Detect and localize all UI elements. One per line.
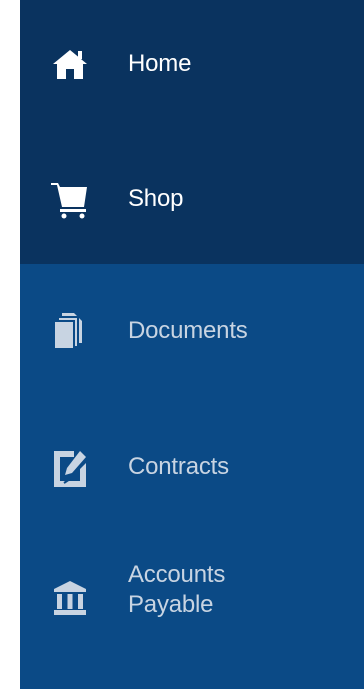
sidebar-item-label: Contracts: [128, 453, 229, 480]
sidebar-item-label: Shop: [128, 185, 184, 212]
sidebar-nav: Home Shop Documents Contracts Accounts P…: [20, 0, 364, 689]
documents-icon: [50, 311, 90, 351]
sidebar-item-home[interactable]: Home: [20, 42, 364, 86]
sidebar-item-label: Accounts Payable: [128, 560, 328, 620]
label-line-1: Accounts: [128, 561, 226, 588]
sidebar-item-documents[interactable]: Documents: [20, 309, 364, 353]
label-line-2: Payable: [128, 591, 214, 618]
sidebar-item-shop[interactable]: Shop: [20, 177, 364, 221]
contract-edit-icon: [50, 447, 90, 487]
cart-icon: [50, 179, 90, 219]
sidebar-top-section: [20, 0, 364, 264]
home-icon: [50, 44, 90, 84]
sidebar-item-accounts-payable[interactable]: Accounts Payable: [20, 560, 364, 644]
sidebar-item-label: Home: [128, 50, 192, 77]
sidebar-item-contracts[interactable]: Contracts: [20, 445, 364, 489]
bank-icon: [50, 578, 90, 618]
sidebar-item-label: Documents: [128, 317, 248, 344]
